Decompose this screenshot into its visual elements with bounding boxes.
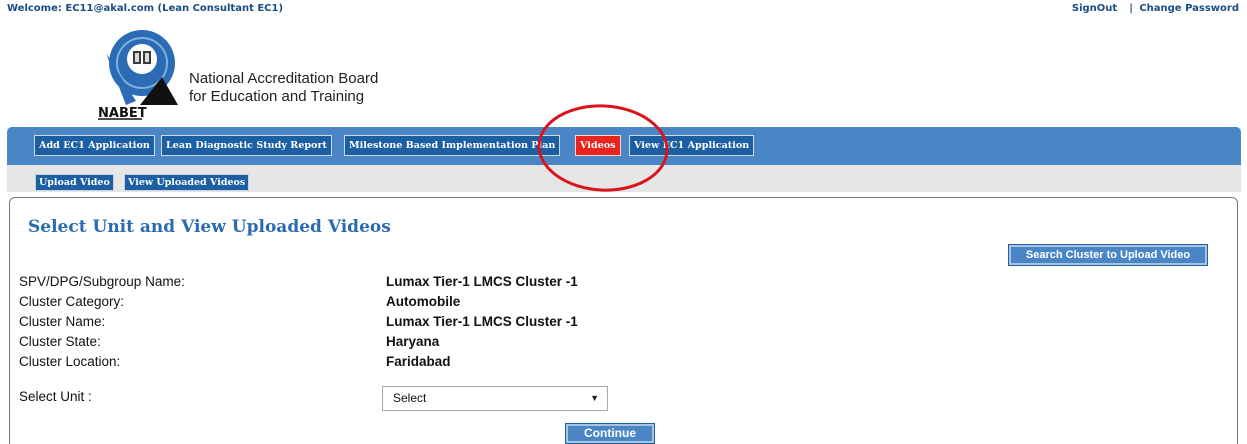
- org-name: National Accreditation Board for Educati…: [189, 70, 378, 106]
- cluster-location-value: Faridabad: [386, 354, 451, 369]
- org-name-line2: for Education and Training: [189, 88, 365, 105]
- cluster-state-value: Haryana: [386, 334, 440, 349]
- cluster-location-label: Cluster Location:: [19, 354, 121, 369]
- nav-view-ec1-application[interactable]: View EC1 Application: [629, 135, 755, 156]
- nabet-logo: NABET: [98, 30, 178, 120]
- logo-text: NABET: [98, 106, 147, 120]
- subnav-view-uploaded-videos[interactable]: View Uploaded Videos: [124, 174, 250, 191]
- nav-lean-diagnostic-study-report[interactable]: Lean Diagnostic Study Report: [161, 135, 332, 156]
- cluster-category-value: Automobile: [386, 294, 461, 309]
- continue-button[interactable]: Continue: [565, 423, 655, 444]
- link-separator: |: [1129, 3, 1133, 14]
- unit-select-value: Select: [393, 391, 427, 405]
- welcome-text: Welcome: EC11@akal.com (Lean Consultant …: [7, 3, 284, 14]
- nav-milestone-implementation-plan[interactable]: Milestone Based Implementation Plan: [344, 135, 561, 156]
- change-password-link[interactable]: Change Password: [1139, 3, 1239, 14]
- spv-label: SPV/DPG/Subgroup Name:: [19, 274, 185, 289]
- cluster-category-label: Cluster Category:: [19, 294, 125, 309]
- select-unit-label: Select Unit :: [19, 389, 92, 404]
- unit-select[interactable]: Select ▼: [382, 386, 608, 411]
- subnav-upload-video[interactable]: Upload Video: [35, 174, 114, 191]
- signout-link[interactable]: SignOut: [1072, 3, 1117, 14]
- dropdown-caret-icon: ▼: [590, 393, 599, 403]
- cluster-name-label: Cluster Name:: [19, 314, 106, 329]
- page-title: Select Unit and View Uploaded Videos: [28, 217, 391, 237]
- top-links: SignOut | Change Password: [1072, 3, 1239, 14]
- org-name-line1: National Accreditation Board: [189, 70, 379, 87]
- spv-value: Lumax Tier-1 LMCS Cluster -1: [386, 274, 578, 289]
- nav-add-ec1-application[interactable]: Add EC1 Application: [34, 135, 155, 156]
- search-cluster-button[interactable]: Search Cluster to Upload Video: [1008, 244, 1208, 266]
- nav-videos[interactable]: Videos: [575, 135, 621, 156]
- top-bar: Welcome: EC11@akal.com (Lean Consultant …: [0, 0, 1247, 20]
- cluster-state-label: Cluster State:: [19, 334, 101, 349]
- cluster-name-value: Lumax Tier-1 LMCS Cluster -1: [386, 314, 578, 329]
